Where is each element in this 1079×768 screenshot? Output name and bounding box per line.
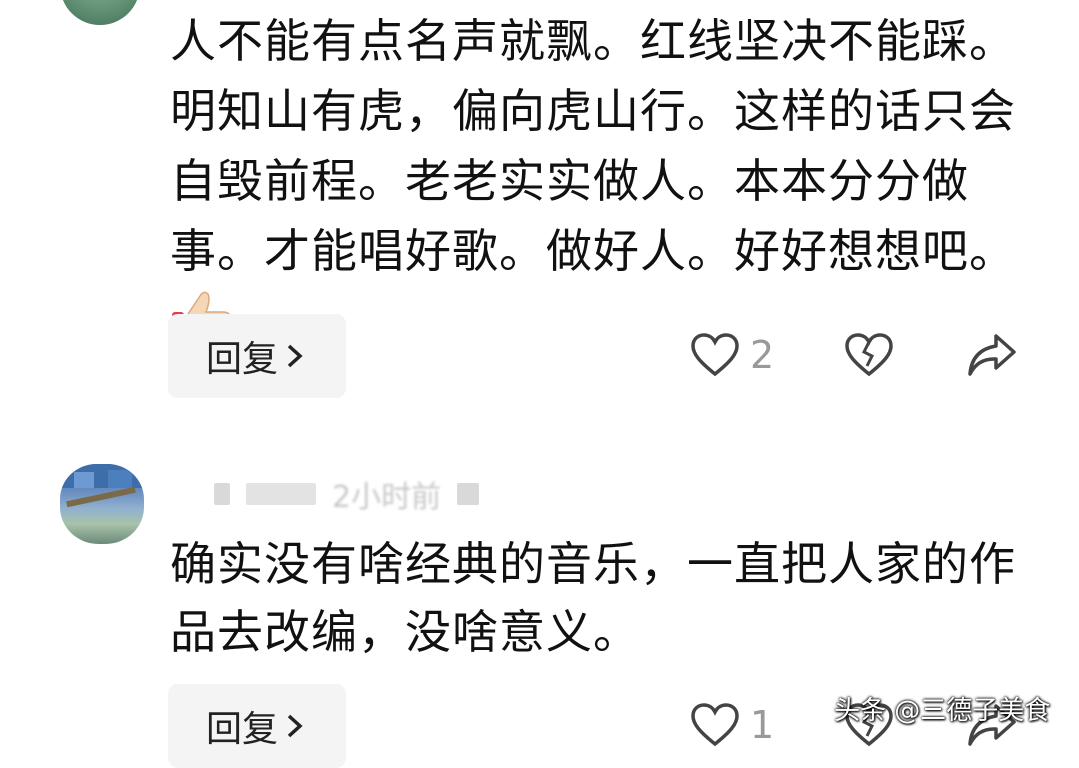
dislike-button[interactable]	[844, 332, 894, 378]
watermark: 头条 @三德子美食	[834, 696, 1051, 726]
commenter-avatar[interactable]	[60, 464, 144, 544]
share-button[interactable]	[966, 332, 1018, 378]
heart-outline-icon	[691, 703, 739, 747]
share-arrow-icon	[968, 334, 1016, 376]
reply-button[interactable]: 回复	[168, 314, 346, 398]
blurred-location	[457, 483, 480, 505]
like-count: 1	[750, 703, 775, 747]
blurred-info	[246, 483, 316, 505]
reply-button[interactable]: 回复	[168, 684, 346, 768]
like-button[interactable]: 2	[690, 332, 774, 378]
reply-label: 回复	[206, 709, 279, 750]
like-count: 2	[750, 333, 775, 377]
chevron-right-icon	[287, 714, 303, 738]
comment-time: 2小时前	[332, 480, 442, 515]
broken-heart-icon	[845, 333, 893, 377]
commenter-avatar[interactable]	[60, 0, 140, 25]
comment-text: 确实没有啥经典的音乐，一直把人家的作品去改编，没啥意义。	[170, 537, 1016, 659]
reply-label: 回复	[206, 339, 279, 380]
comment-meta: 2小时前	[214, 476, 480, 515]
heart-outline-icon	[691, 333, 739, 377]
like-button[interactable]: 1	[690, 702, 774, 748]
blurred-username	[214, 483, 230, 505]
chevron-right-icon	[287, 344, 303, 368]
